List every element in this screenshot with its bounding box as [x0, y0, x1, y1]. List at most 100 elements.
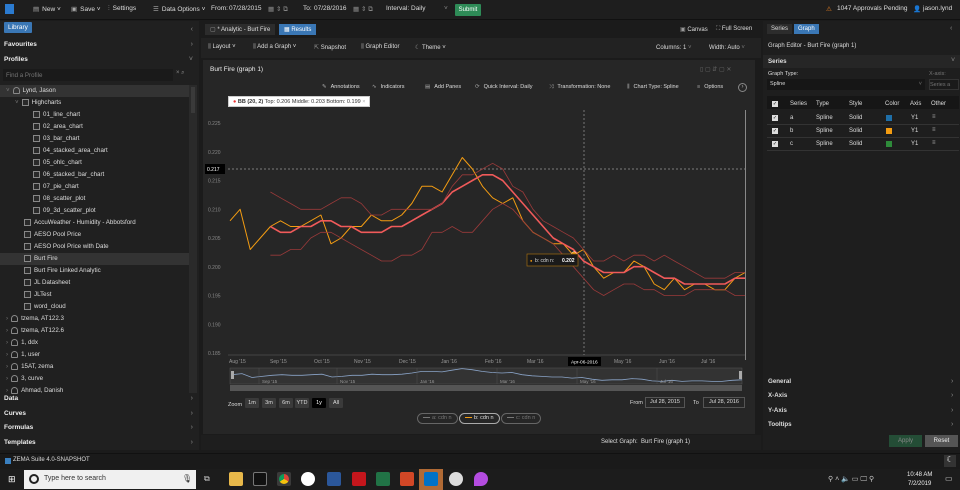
new-button[interactable]: ▤ New ˅	[33, 5, 61, 13]
tree-item[interactable]: word_cloud	[0, 301, 189, 313]
chevron-right-icon[interactable]: ›	[6, 339, 8, 346]
graph-window-icons[interactable]: ▯ ▢ ⇵ ▢ ✕	[700, 66, 731, 73]
tree-item[interactable]: Burt Fire Linked Analytic	[0, 265, 189, 277]
chevron-right-icon[interactable]: ›	[6, 351, 8, 358]
section-templates[interactable]: Templates	[4, 439, 36, 446]
range-from-input[interactable]: Jul 28, 2015	[645, 397, 685, 408]
zoom-6m[interactable]: 6m	[279, 398, 293, 408]
menu-icon[interactable]: ≡	[932, 140, 936, 146]
columns-select[interactable]: Columns: 1 ˅	[656, 45, 692, 51]
canvas-button[interactable]: ▣ Canvas	[680, 26, 708, 33]
from-date-input[interactable]: 07/28/2015	[229, 5, 262, 12]
section-x-axis[interactable]: X-Axis	[768, 392, 787, 399]
approvals-link[interactable]: 1047 Approvals Pending	[837, 5, 907, 12]
row-checkbox[interactable]: ✓	[772, 128, 778, 134]
color-swatch[interactable]	[886, 115, 892, 121]
app-logo-icon[interactable]	[5, 4, 14, 14]
moon-icon[interactable]: ☾	[944, 455, 956, 467]
zoom-1m[interactable]: 1m	[245, 398, 259, 408]
tree-item[interactable]: › tzema, AT122.6	[0, 325, 189, 337]
tab-graph[interactable]: Graph	[794, 24, 819, 34]
data-options-button[interactable]: ☰ Data Options ˅	[153, 5, 205, 13]
tree-item[interactable]: 06_stacked_bar_chart	[0, 169, 189, 181]
tab-series[interactable]: Series	[767, 24, 793, 34]
tree-item[interactable]: JLTest	[0, 289, 189, 301]
tree-item[interactable]: 03_bar_chart	[0, 133, 189, 145]
chevron-right-icon[interactable]: ›	[6, 315, 8, 322]
zoom-all[interactable]: All	[329, 398, 343, 408]
tree-item[interactable]: 05_ohlc_chart	[0, 157, 189, 169]
section-general[interactable]: General	[768, 378, 791, 385]
tree-item[interactable]: › 3, curve	[0, 373, 189, 385]
tree-item[interactable]: AccuWeather - Humidity - Abbotsford	[0, 217, 189, 229]
tree-item[interactable]: 04_stacked_area_chart	[0, 145, 189, 157]
chevron-right-icon[interactable]: ›	[6, 363, 8, 370]
tree-item[interactable]: › 1, ddx	[0, 337, 189, 349]
section-formulas[interactable]: Formulas	[4, 424, 33, 431]
chevron-right-icon[interactable]: ›	[6, 387, 8, 394]
app-icon[interactable]	[449, 472, 463, 486]
legend-item[interactable]: b: cdn n	[459, 413, 500, 424]
legend-item[interactable]: a: cdn n	[417, 413, 458, 424]
menu-icon[interactable]: ≡	[932, 127, 936, 133]
navigator-scrollbar[interactable]	[230, 385, 742, 391]
interval-select[interactable]: Daily	[411, 5, 425, 12]
fullscreen-button[interactable]: ⛶ Full Screen	[716, 26, 752, 33]
tree-item[interactable]: 07_pie_chart	[0, 181, 189, 193]
tree-item[interactable]: ˅ Highcharts	[0, 97, 189, 109]
tree-item[interactable]: › Ahmad, Danish	[0, 385, 189, 397]
task-view-icon[interactable]: ⧉	[204, 474, 210, 484]
tree-item[interactable]: 08_scatter_plot	[0, 193, 189, 205]
theme-menu[interactable]: ☾ Theme ˅	[415, 44, 446, 51]
navigator-handle-right[interactable]	[739, 371, 742, 379]
width-select[interactable]: Width: Auto ˅	[709, 45, 745, 51]
tree-item[interactable]: 09_3d_scatter_plot	[0, 205, 189, 217]
reset-button[interactable]: Reset	[925, 435, 958, 447]
row-checkbox[interactable]: ✓	[772, 115, 778, 121]
snapshot-button[interactable]: ⇱ Snapshot	[314, 44, 346, 51]
apply-button[interactable]: Apply	[889, 435, 922, 447]
row-checkbox[interactable]: ✓	[772, 141, 778, 147]
chevron-down-icon[interactable]: ˅	[15, 99, 19, 106]
graph-tool-chart-type[interactable]: ⫼ Chart Type: Spline	[627, 84, 679, 91]
close-icon[interactable]: ×	[362, 99, 365, 105]
slack-icon[interactable]	[301, 472, 315, 486]
tray-icons[interactable]: ⚲ ˄ 🔈 ▭ 🖵 ⚲	[828, 475, 874, 484]
layout-menu[interactable]: ⫼ Layout ˅	[208, 44, 236, 51]
file-explorer-icon[interactable]	[229, 472, 243, 486]
tree-scrollbar[interactable]	[189, 85, 197, 393]
graph-tool-indicators[interactable]: ∿ Indicators	[372, 84, 404, 90]
chevron-right-icon[interactable]: ›	[6, 375, 8, 382]
series-bb-bottom[interactable]	[270, 203, 746, 296]
to-date-input[interactable]: 07/28/2016	[314, 5, 347, 12]
graph-tool-options[interactable]: ≡ Options	[697, 84, 723, 90]
collapse-icon[interactable]: ‹	[950, 25, 952, 32]
select-all-checkbox[interactable]: ✓	[772, 101, 778, 107]
chevron-down-icon[interactable]: ˅	[6, 87, 10, 94]
tab-analytic[interactable]: ▢ * Analytic - Burt Fire	[205, 24, 276, 35]
tab-results[interactable]: ▦ Results	[279, 24, 317, 35]
zoom-1y[interactable]: 1y	[312, 398, 326, 408]
collapse-icon[interactable]: ‹	[191, 26, 193, 33]
series-section[interactable]: Series	[768, 58, 787, 65]
graph-type-select[interactable]: Spline ˅	[767, 79, 925, 90]
xaxis-input[interactable]	[929, 79, 959, 90]
graph-tool-annotations[interactable]: ✎ Annotations	[322, 84, 360, 90]
section-data[interactable]: Data	[4, 395, 18, 402]
library-tab[interactable]: Library	[4, 22, 32, 33]
tree-item[interactable]: › 1, user	[0, 349, 189, 361]
zoom-ytd[interactable]: YTD	[295, 398, 309, 408]
graph-tool-quick-interval[interactable]: ⟳ Quick Interval: Daily	[475, 84, 533, 90]
tree-item[interactable]: 01_line_chart	[0, 109, 189, 121]
profiles-section[interactable]: Profiles	[4, 56, 28, 63]
submit-button[interactable]: Submit	[455, 4, 481, 16]
series-b[interactable]	[229, 157, 746, 291]
graph-tool-add-panes[interactable]: ▤ Add Panes	[425, 84, 461, 90]
tree-item[interactable]: ˅ Lynd, Jason	[0, 85, 189, 97]
settings-button[interactable]: ⫶ Settings	[108, 5, 136, 13]
tree-item[interactable]: AESO Pool Price	[0, 229, 189, 241]
chrome-icon[interactable]	[277, 472, 291, 486]
navigator-handle-left[interactable]	[231, 371, 234, 379]
series-bb-middle[interactable]	[270, 174, 746, 285]
calendar-icon[interactable]: ▦ ⇕ ⧉	[353, 5, 373, 14]
